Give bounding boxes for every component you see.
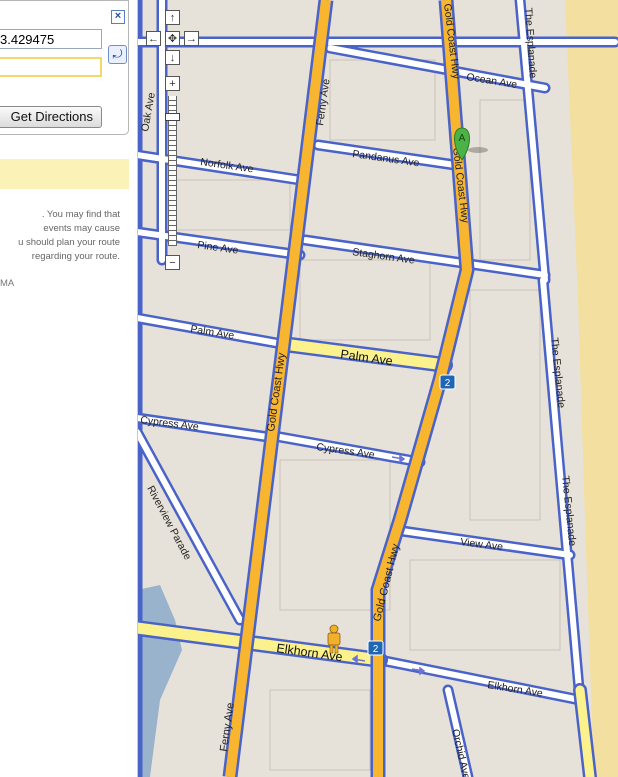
pan-up-button[interactable]: ↑	[165, 10, 180, 25]
warning-line: . You may find that	[41, 209, 120, 220]
zoom-out-button[interactable]: −	[165, 255, 180, 270]
zoom-slider-handle[interactable]	[165, 113, 180, 121]
close-icon[interactable]: ×	[111, 10, 125, 24]
map-svg: 2 2 Ocean Ave The Esplanade Oak Ave Fern…	[137, 0, 618, 777]
svg-text:2: 2	[445, 378, 451, 389]
street-label: Cypress Ave	[316, 441, 376, 461]
zoom-in-button[interactable]: +	[165, 76, 180, 91]
street-label: Ocean Ave	[466, 71, 519, 91]
river-water	[137, 585, 182, 777]
warning-line: events may cause	[43, 223, 120, 234]
warning-line: u should plan your route	[18, 237, 120, 248]
warning-line: regarding your route.	[31, 251, 120, 262]
pan-right-button[interactable]: →	[184, 31, 199, 46]
warning-text: . You may find that events may cause u s…	[0, 208, 120, 264]
end-address-field[interactable]	[0, 57, 102, 77]
street-label: Cypress Ave	[140, 414, 200, 433]
street-label: Palm Ave	[190, 323, 236, 342]
map-canvas[interactable]: 2 2 Ocean Ave The Esplanade Oak Ave Fern…	[137, 0, 618, 777]
notice-bar	[0, 159, 129, 189]
pan-left-button[interactable]: ←	[146, 31, 161, 46]
route-shield: 2	[439, 374, 456, 390]
street-label: View Ave	[460, 536, 504, 553]
marker-a-icon[interactable]: A	[454, 127, 489, 161]
street-label: Orchid Ave	[449, 728, 472, 777]
start-address-field[interactable]: 3.429475	[0, 29, 102, 49]
svg-text:A: A	[459, 133, 466, 144]
get-directions-button[interactable]: Get Directions	[0, 106, 102, 128]
pan-center-button[interactable]: ✥	[165, 31, 180, 46]
pan-down-button[interactable]: ↓	[165, 50, 180, 65]
route-shield: 2	[367, 640, 384, 656]
svg-text:2: 2	[373, 644, 379, 655]
swap-directions-icon[interactable]: ⤾	[108, 45, 127, 64]
directions-panel: × 3.429475 ⤾ Get Directions . You may fi…	[0, 0, 138, 777]
credit-text: MA	[0, 278, 15, 289]
